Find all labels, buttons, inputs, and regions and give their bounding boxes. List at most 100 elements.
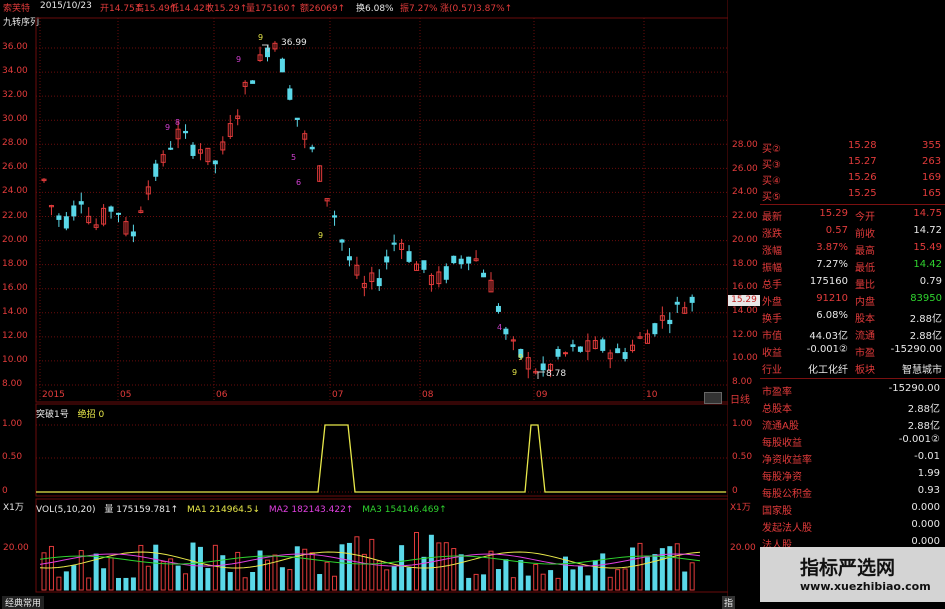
volume-bar <box>495 569 501 591</box>
volume-bar <box>250 572 256 591</box>
y-tick-label: 34.00 <box>2 66 28 77</box>
stat-label2: 最高 <box>855 246 875 257</box>
stat-label2: 股本 <box>855 314 875 325</box>
volume-bar <box>227 572 233 591</box>
stat-value2: 15.49 <box>913 242 942 253</box>
sub1-right-tick: 0 <box>732 486 738 496</box>
y-tick-label: 20.00 <box>2 234 28 245</box>
stat-value2: 14.75 <box>913 208 942 219</box>
stat-value: 175160 <box>809 276 848 287</box>
candle-body <box>466 256 472 264</box>
stat-label: 市值 <box>762 331 782 342</box>
fundamental-value: 2.88亿 <box>907 421 940 432</box>
volume-bar <box>540 573 546 591</box>
y-tick-label: 8.00 <box>2 379 23 389</box>
stat-row: 振幅 7.27% 最低 14.42 <box>760 257 945 274</box>
low-label: 8.78 <box>546 369 567 379</box>
candle-body <box>503 328 509 335</box>
volume-bar <box>220 555 226 591</box>
stat-label2: 市盈 <box>855 348 875 359</box>
candle-body <box>570 344 576 347</box>
sequence-mark: 9 <box>318 231 323 240</box>
tab-classic[interactable]: 经典常用 <box>2 596 45 609</box>
fundamental-label: 国家股 <box>762 506 792 517</box>
volume-bar <box>145 565 151 591</box>
sub1-right-tick: 1.00 <box>732 419 753 429</box>
x-tick-label: 09 <box>536 390 548 400</box>
right-tick-label: 12.00 <box>732 329 758 340</box>
x-tick-label: 06 <box>216 390 228 400</box>
vol-unit: X1万 <box>3 503 24 513</box>
volume-bar <box>63 571 69 591</box>
order-book-row[interactable]: 买⑤ 15.25 165 <box>760 186 945 203</box>
volume-bar <box>324 561 330 591</box>
sequence-mark: 6 <box>296 178 301 187</box>
volume-bar <box>555 577 561 591</box>
volume-bar <box>451 548 457 591</box>
volume-bar <box>473 573 479 591</box>
scroll-button[interactable] <box>704 392 722 404</box>
candle-body <box>689 296 695 303</box>
right-tick-label: 22.00 <box>732 211 758 222</box>
price-tag: 15.29 <box>728 295 760 306</box>
vol-value: 量 175159.781↑ <box>104 505 179 515</box>
volume-bar <box>384 569 390 591</box>
candle-body <box>108 206 114 212</box>
candle-body <box>294 117 300 120</box>
vol-right-unit: X1万 <box>730 503 751 513</box>
bid-price: 15.28 <box>848 140 877 151</box>
sequence-mark: 8 <box>175 118 180 127</box>
candle-body <box>652 323 658 335</box>
candle-body <box>346 256 352 261</box>
bid-label: 买② <box>762 144 781 155</box>
candle-body <box>212 160 218 165</box>
fundamental-value: 0.000 <box>911 519 940 530</box>
axis-mode-label[interactable]: 日线 <box>730 391 750 406</box>
stat-row: 行业 化工化纤 板块 智慧城市 <box>760 359 945 376</box>
order-book-row[interactable]: 买④ 15.26 169 <box>760 170 945 187</box>
indicator-button[interactable]: 指 <box>722 596 736 609</box>
volume-bar <box>414 531 419 591</box>
x-tick-label: 08 <box>422 390 434 400</box>
stat-label2: 最低 <box>855 263 875 274</box>
high-label: 36.99 <box>281 38 307 48</box>
stat-row: 最新 15.29 今开 14.75 <box>760 206 945 223</box>
candle-body <box>116 212 121 215</box>
bid-price: 15.27 <box>848 156 877 167</box>
right-tick-label: 28.00 <box>732 140 758 150</box>
stat-value: 3.87% <box>816 242 848 253</box>
right-tick-label: 20.00 <box>732 234 758 245</box>
stat-label2: 量比 <box>855 280 875 291</box>
fundamental-row: 发起法人股 0.000 <box>760 517 945 534</box>
candle-body <box>78 201 84 205</box>
volume-bar <box>570 569 576 591</box>
volume-bar <box>577 565 583 591</box>
fundamental-value: 0.000 <box>911 536 940 547</box>
y-tick-label: 32.00 <box>2 90 28 101</box>
candle-body <box>63 216 69 229</box>
volume-bar <box>399 545 405 591</box>
candle-body <box>563 352 568 355</box>
volume-bar <box>205 568 211 591</box>
volume-bar <box>689 562 695 591</box>
stat-label: 行业 <box>762 365 782 376</box>
watermark-url: www.xuezhibiao.com <box>800 580 931 593</box>
candle-body <box>451 255 457 264</box>
y-tick-label: 36.00 <box>2 42 28 52</box>
bid-price: 15.26 <box>848 172 877 183</box>
stat-value: 15.29 <box>819 208 848 219</box>
volume-bar <box>153 544 159 591</box>
volume-bar <box>481 574 487 591</box>
sub1-title-row: 突破1号 绝招 0 <box>36 407 104 420</box>
candle-body <box>153 163 159 177</box>
fundamental-row: 总股本 2.88亿 <box>760 398 945 415</box>
volume-bar <box>197 546 203 591</box>
stat-label: 收益 <box>762 348 782 359</box>
volume-bar <box>421 556 427 591</box>
order-book-row[interactable]: 买③ 15.27 263 <box>760 154 945 171</box>
fundamental-row: 每股收益 -0.001② <box>760 432 945 449</box>
vol-ma2: MA2 182143.422↑ <box>268 505 354 515</box>
candle-body <box>406 251 412 262</box>
order-book-row[interactable]: 买② 15.28 355 <box>760 138 945 155</box>
candle-body <box>384 256 390 263</box>
